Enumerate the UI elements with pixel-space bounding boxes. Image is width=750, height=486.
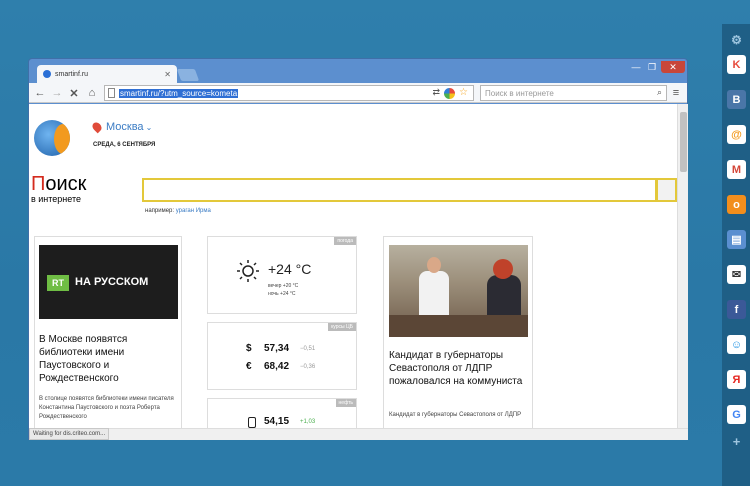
location-pin-icon: [90, 120, 104, 134]
search-logo: Поиск: [31, 174, 86, 194]
city-name: Москва: [106, 121, 144, 133]
web-page: Москва ⌄ СРЕДА, 6 СЕНТЯБРЯ Поиск в интер…: [29, 104, 677, 428]
menu-icon[interactable]: ≡: [669, 86, 683, 100]
chat-icon[interactable]: ▤: [727, 230, 746, 249]
vk-icon[interactable]: В: [727, 90, 746, 109]
oil-barrel-icon: [248, 417, 256, 428]
facebook-icon[interactable]: f: [727, 300, 746, 319]
tab-title: smartinf.ru: [55, 70, 89, 78]
status-bar: Waiting for dis.criteo.com...: [29, 428, 110, 440]
usd-value: 57,34: [264, 343, 290, 354]
browser-window: smartinf.ru ✕ — ❐ ✕ ← → ✕ ⌂ smartinf.ru/…: [28, 58, 688, 440]
home-icon[interactable]: ⌂: [85, 86, 99, 100]
news-image-meeting: [389, 245, 528, 337]
news-card-2[interactable]: Кандидат в губернаторы Севастополя от ЛД…: [383, 236, 533, 428]
yandex-icon[interactable]: Я: [727, 370, 746, 389]
browser-tab[interactable]: smartinf.ru ✕: [37, 65, 177, 83]
example-label: например:: [145, 208, 175, 214]
google-icon[interactable]: G: [727, 405, 746, 424]
close-tab-icon[interactable]: ✕: [164, 70, 171, 79]
eur-delta: −0,36: [300, 364, 316, 370]
temperature: +24 °C: [268, 261, 312, 277]
page-icon: [108, 88, 115, 98]
oil-value: 54,15: [264, 416, 290, 427]
gmail-icon[interactable]: M: [727, 160, 746, 179]
weather-widget[interactable]: погода +24 °C вечер +20 °C ночь +24 °C: [207, 236, 357, 314]
currency-tag: курсы ЦБ: [328, 323, 356, 331]
sun-icon: [237, 260, 259, 282]
translate-icon[interactable]: ⇄: [432, 87, 440, 98]
news-headline-2[interactable]: Кандидат в губернаторы Севастополя от ЛД…: [389, 349, 531, 388]
search-icon[interactable]: ⌕: [657, 87, 662, 98]
news-lead-1: В столице появятся библиотеки имени писа…: [39, 396, 174, 420]
inbox-icon[interactable]: ✉: [727, 265, 746, 284]
current-date: СРЕДА, 6 СЕНТЯБРЯ: [93, 142, 156, 148]
mail-icon[interactable]: @: [727, 125, 746, 144]
minimize-icon[interactable]: —: [629, 61, 643, 73]
ok-icon[interactable]: о: [727, 195, 746, 214]
oil-tag: нефть: [335, 399, 356, 407]
oil-delta: +1,03: [300, 419, 316, 425]
evening-temp: вечер +20 °C: [268, 283, 299, 289]
currency-widget[interactable]: курсы ЦБ $ 57,34 −0,51 € 68,42 −0,36: [207, 322, 357, 390]
news-headline-1[interactable]: В Москве появятся библиотеки имени Пауст…: [39, 333, 179, 385]
search-logo-first-letter: П: [31, 173, 46, 195]
browser-toolbar: ← → ✕ ⌂ smartinf.ru/?utm_source=kometa ☆…: [29, 83, 687, 103]
main-search-input[interactable]: [142, 178, 657, 202]
vertical-scrollbar[interactable]: [677, 104, 688, 428]
tab-bar: smartinf.ru ✕ — ❐ ✕: [29, 59, 687, 83]
search-logo-subtitle: в интернете: [31, 194, 82, 204]
back-icon[interactable]: ←: [33, 86, 47, 100]
euro-icon: €: [246, 361, 252, 372]
temp-forecast: вечер +20 °C ночь +24 °C: [268, 282, 298, 298]
address-bar[interactable]: smartinf.ru/?utm_source=kometa ☆ ⇄: [104, 85, 474, 101]
site-logo[interactable]: [34, 120, 70, 156]
rt-caption: НА РУССКОМ: [75, 276, 149, 288]
toolbar-search-placeholder: Поиск в интернете: [485, 88, 554, 98]
eur-value: 68,42: [264, 361, 290, 372]
night-temp: ночь +24 °C: [268, 291, 296, 297]
usd-delta: −0,51: [300, 346, 316, 352]
example-link[interactable]: ураган Ирма: [176, 208, 211, 214]
rt-logo: RT: [47, 275, 69, 291]
kometa-icon[interactable]: K: [727, 55, 746, 74]
news-card-1[interactable]: RT НА РУССКОМ В Москве появятся библиоте…: [34, 236, 182, 428]
new-tab-button[interactable]: [176, 69, 200, 81]
search-example: например: ураган Ирма: [145, 208, 211, 214]
chevron-down-icon: ⌄: [145, 122, 153, 132]
toolbar-search-input[interactable]: Поиск в интернете ⌕: [480, 85, 667, 101]
kometa-label: K: [732, 58, 741, 71]
search-logo-rest: оиск: [45, 173, 87, 195]
mir-icon[interactable]: ☺: [727, 335, 746, 354]
favicon-icon: [43, 70, 51, 78]
city-selector[interactable]: Москва ⌄: [90, 120, 153, 134]
main-search-button[interactable]: [656, 178, 677, 202]
kometa-ext-icon[interactable]: [444, 88, 455, 99]
forward-icon[interactable]: →: [50, 86, 64, 100]
url-text: smartinf.ru/?utm_source=kometa: [119, 88, 239, 98]
stop-icon[interactable]: ✕: [67, 86, 81, 100]
dollar-icon: $: [246, 343, 252, 354]
horizontal-scrollbar[interactable]: [29, 428, 688, 440]
news-image-rt: RT НА РУССКОМ: [39, 245, 178, 319]
oil-widget[interactable]: нефть 54,15 +1,03: [207, 398, 357, 428]
maximize-icon[interactable]: ❐: [645, 61, 659, 73]
gear-icon[interactable]: ⚙: [727, 30, 746, 49]
scrollbar-thumb[interactable]: [680, 112, 687, 172]
news-lead-2: Кандидат в губернаторы Севастополя от ЛД…: [389, 412, 522, 418]
star-icon[interactable]: ☆: [459, 87, 468, 98]
plus-icon[interactable]: +: [727, 432, 746, 451]
weather-tag: погода: [334, 237, 356, 245]
side-dock: ⚙ K В @ M о ▤ ✉ f ☺ Я G +: [722, 24, 750, 486]
close-window-icon[interactable]: ✕: [661, 61, 685, 73]
